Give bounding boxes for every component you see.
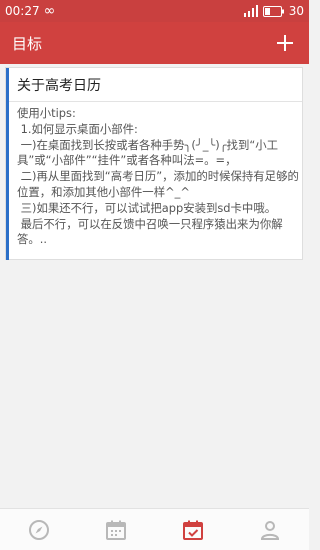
card-title: 关于高考日历 (17, 78, 101, 94)
battery-level: 30 (288, 4, 304, 18)
infinity-icon: ∞ (43, 3, 56, 19)
nav-item-calendar[interactable] (96, 510, 136, 550)
page-title: 目标 (12, 34, 43, 53)
app-bar: 目标 (0, 22, 309, 64)
status-bar: 00:27 ∞ 30 (0, 0, 309, 22)
nav-item-profile[interactable] (250, 510, 290, 550)
battery-icon (262, 5, 284, 17)
bottom-nav (0, 508, 309, 550)
article-card[interactable]: 关于高考日历 使用小tips: 1.如何显示桌面小部件: 一)在桌面找到长按或者… (5, 67, 303, 260)
status-time: 00:27 (5, 4, 40, 18)
signal-icon (243, 5, 258, 17)
card-divider (9, 101, 302, 102)
add-button[interactable] (275, 33, 295, 53)
card-accent-bar (6, 68, 9, 260)
compass-icon (28, 519, 49, 540)
person-icon (261, 520, 280, 540)
card-body: 使用小tips: 1.如何显示桌面小部件: 一)在桌面找到长按或者各种手势╮(╯… (17, 106, 299, 247)
calendar-icon (105, 520, 126, 540)
calendar-check-icon (183, 520, 204, 540)
nav-item-goals[interactable] (173, 510, 213, 550)
nav-item-explore[interactable] (19, 510, 59, 550)
